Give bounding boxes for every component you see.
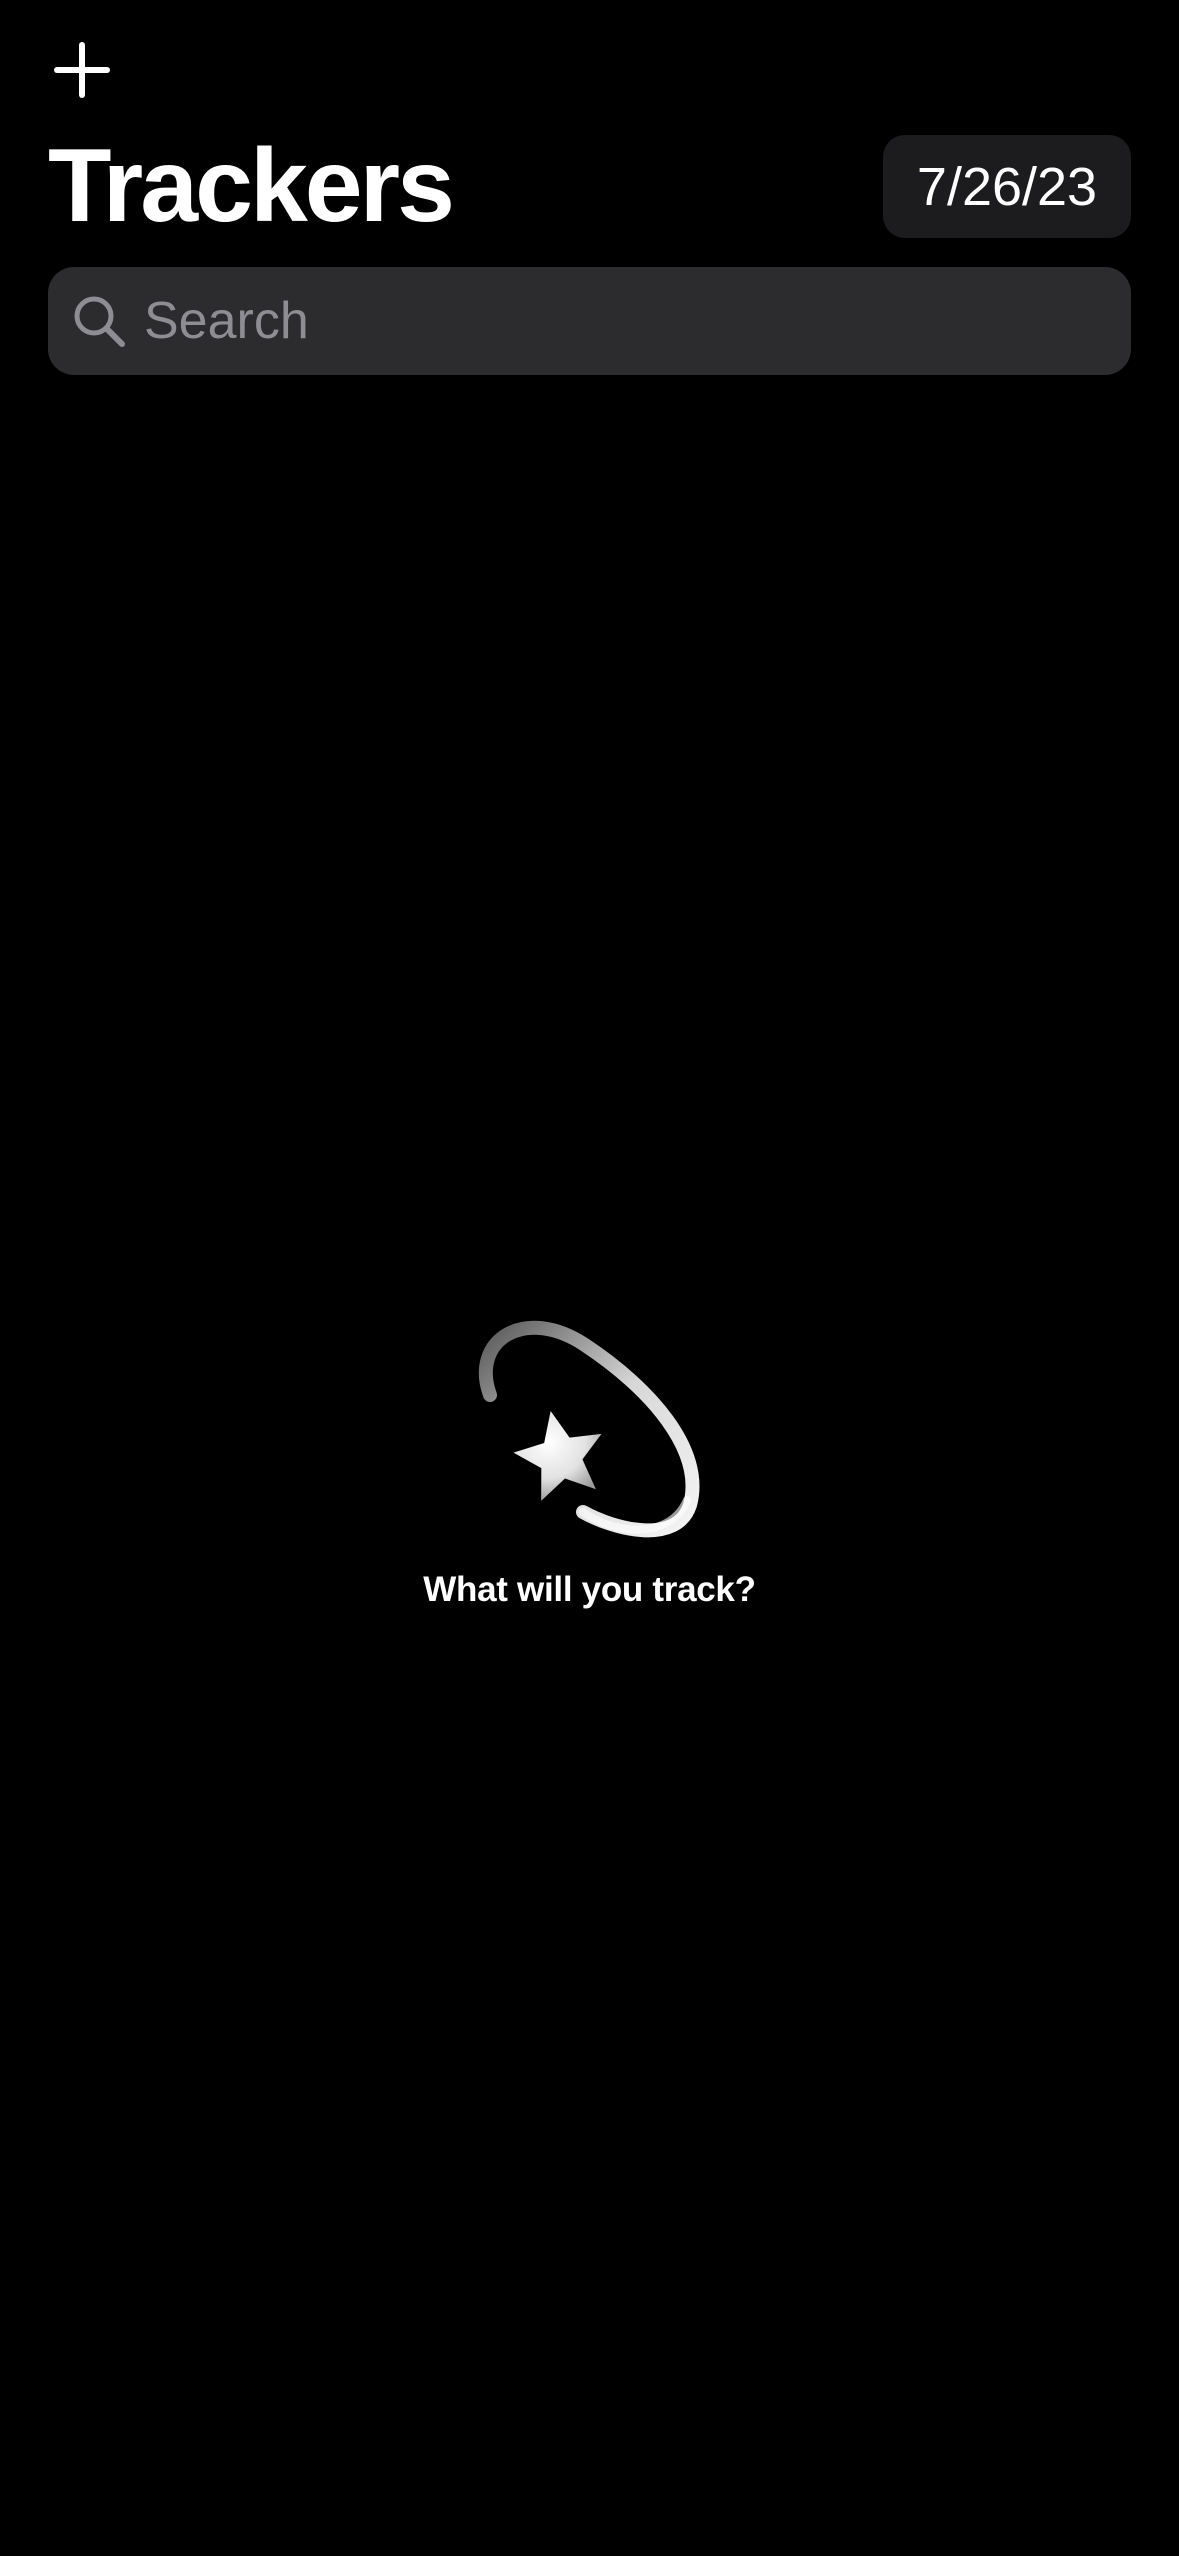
plus-icon [52,40,112,100]
magnifying-glass-icon [70,292,128,350]
search-bar[interactable] [48,267,1131,375]
dizzy-star-icon [465,1300,725,1560]
search-input[interactable] [128,267,1131,375]
page-title: Trackers [48,128,455,244]
empty-state: What will you track? [0,1300,1179,1610]
date-picker-button[interactable]: 7/26/23 [883,135,1131,238]
add-tracker-button[interactable] [42,30,122,110]
empty-state-message: What will you track? [423,1570,756,1609]
